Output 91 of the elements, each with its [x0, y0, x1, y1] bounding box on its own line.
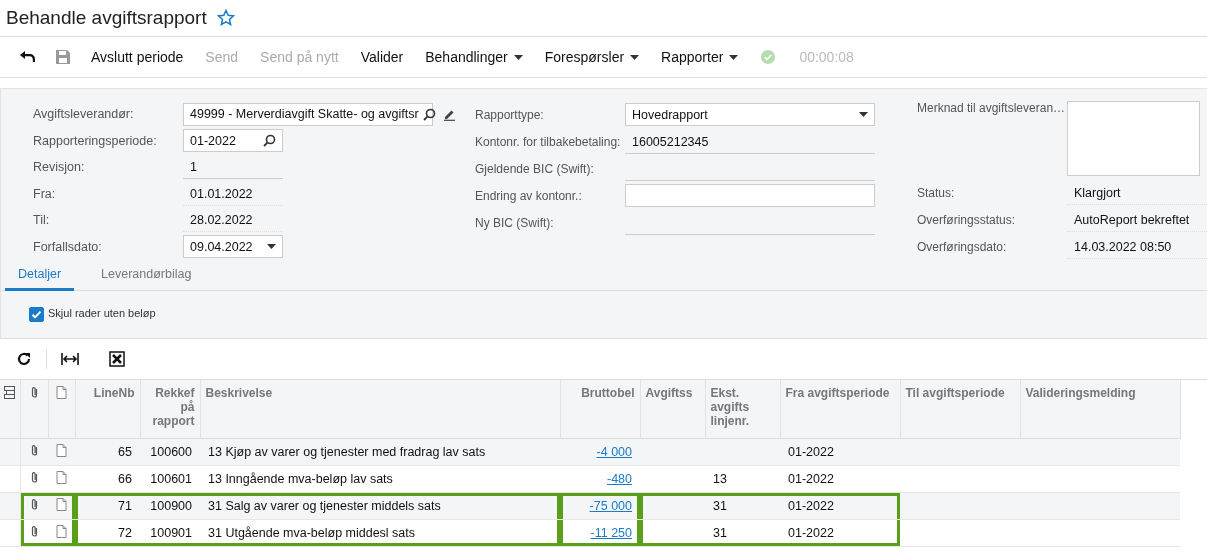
column-header[interactable]: Valideringsmelding [1020, 380, 1180, 439]
field-value: 01.01.2022 [183, 181, 283, 206]
field-label: Status: [917, 185, 956, 200]
field-value: AutoReport bekreftet [1067, 207, 1207, 232]
caret-icon [729, 54, 739, 60]
column-header[interactable]: Bruttobel [560, 380, 640, 439]
field-label: Kontonr. for tilbakebetaling: [475, 134, 622, 149]
readonly-field: 16005212345 [625, 129, 875, 154]
lookup-field[interactable]: 01-2022 [183, 129, 283, 153]
column-header[interactable]: Ekst. avgifts linjenr. [705, 380, 780, 439]
document-icon[interactable] [56, 444, 67, 457]
checkbox-label: Skjul rader uten beløp [48, 307, 156, 319]
column-header[interactable]: Beskrivelse [200, 380, 560, 439]
field-label: Til: [33, 213, 51, 228]
search-icon[interactable] [263, 134, 276, 148]
column-header[interactable]: Rekkef på rapport [140, 380, 200, 439]
table-cell: 01-2022 [788, 526, 834, 540]
table-cell: 31 Salg av varer og tjenester middels sats [208, 499, 441, 513]
column-header[interactable]: Avgiftss [640, 380, 705, 439]
field-label: Revisjon: [33, 160, 86, 175]
column-header[interactable]: Til avgiftsperiode [900, 380, 1020, 439]
field-label: Overføringsdato: [917, 239, 1008, 254]
table-cell: 31 Utgående mva-beløp middesl sats [208, 526, 416, 540]
document-icon[interactable] [56, 525, 67, 538]
fit-columns-button[interactable] [61, 350, 79, 368]
column-header[interactable]: Fra avgiftsperiode [780, 380, 900, 439]
paperclip-icon[interactable] [29, 525, 39, 538]
field-label: Forfallsdato: [33, 239, 103, 254]
toolbar-button[interactable]: Avslutt periode [80, 42, 195, 72]
field-label: Overføringsstatus: [917, 212, 1017, 227]
table-cell: 13 Kjøp av varer og tjenester med fradrag lav sats [208, 445, 486, 459]
page-title: Behandle avgiftsrapport [6, 7, 207, 29]
table-cell: 31 [713, 526, 727, 540]
toolbar-button[interactable]: Valider [349, 42, 415, 72]
paperclip-icon[interactable] [29, 444, 39, 457]
row-selector-icon[interactable] [4, 386, 16, 399]
menu-button[interactable]: Rapporter [650, 42, 750, 72]
document-icon[interactable] [56, 498, 67, 511]
amount-link[interactable]: -480 [606, 472, 632, 486]
field-label: Endring av kontonr.: [475, 188, 583, 203]
field-label: Rapporttype: [475, 107, 545, 122]
export-excel-button[interactable] [109, 349, 125, 369]
paperclip-icon[interactable] [29, 498, 39, 511]
table-cell: 01-2022 [788, 499, 834, 513]
input-field[interactable] [625, 184, 875, 207]
column-header[interactable]: LineNb [75, 380, 140, 439]
lookup-field[interactable]: 49999 - Merverdiavgift Skatte- og avgiftsr [183, 102, 433, 126]
tab[interactable]: Leverandørbilag [88, 267, 205, 291]
table-cell: 66 [118, 472, 132, 486]
table-cell: 13 [713, 472, 727, 486]
field-value: 28.02.2022 [183, 208, 283, 233]
timer-text: 00:00:08 [798, 49, 855, 65]
dropdown-field[interactable]: 09.04.2022 [183, 235, 283, 259]
document-icon [56, 386, 67, 399]
table-cell: 100901 [150, 526, 192, 540]
table-cell: 13 Inngående mva-beløp lav sats [208, 472, 393, 486]
search-icon[interactable] [422, 107, 436, 121]
readonly-field: 1 [183, 155, 283, 180]
favorite-star-icon[interactable] [216, 9, 235, 27]
table-cell: 01-2022 [788, 472, 834, 486]
field-label: Avgiftsleverandør: [33, 107, 135, 122]
table-cell: 65 [118, 445, 132, 459]
paperclip-icon[interactable] [29, 471, 39, 484]
caret-icon [630, 54, 640, 60]
field-value: 14.03.2022 08:50 [1067, 234, 1207, 259]
table-cell: 100601 [150, 472, 192, 486]
checkbox[interactable] [29, 307, 44, 322]
table-cell: 100600 [150, 445, 192, 459]
save-icon [56, 50, 70, 64]
field-label: Merknad til avgiftsleveran… [917, 101, 1067, 115]
table-cell: 100900 [150, 499, 192, 513]
note-field[interactable] [1067, 101, 1200, 176]
undo-icon [20, 51, 36, 63]
paperclip-icon [29, 386, 39, 399]
menu-button[interactable]: Forespørsler [533, 42, 651, 72]
menu-button[interactable]: Behandlinger [414, 42, 534, 72]
field-value: Klargjort [1067, 180, 1207, 205]
amount-link[interactable]: -11 250 [590, 526, 632, 540]
field-label: Rapporteringsperiode: [33, 133, 158, 148]
table-cell: 31 [713, 499, 727, 513]
table-cell: 72 [118, 526, 132, 540]
field-label: Gjeldende BIC (Swift): [475, 161, 595, 176]
field-label: Fra: [33, 186, 57, 201]
caret-icon [513, 54, 523, 60]
caret-icon[interactable] [859, 112, 868, 117]
caret-icon[interactable] [267, 244, 276, 250]
document-icon[interactable] [56, 471, 67, 484]
table-cell: 71 [118, 499, 132, 513]
table-cell: 01-2022 [788, 445, 834, 459]
field-label: Ny BIC (Swift): [475, 215, 555, 230]
dropdown-field[interactable]: Hovedrapport [625, 103, 875, 126]
